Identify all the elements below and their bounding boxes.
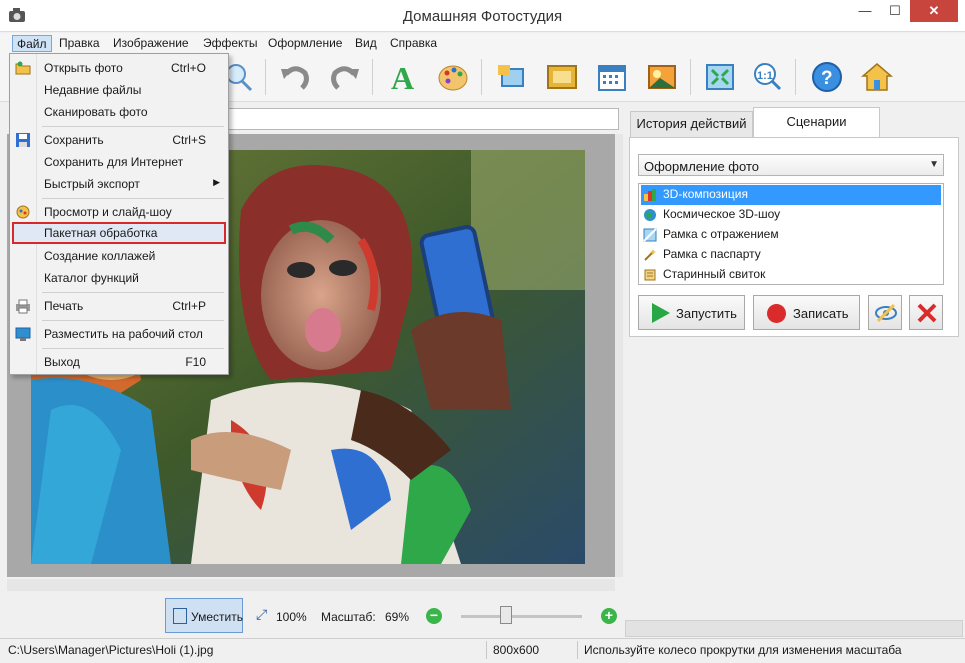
status-bar: C:\Users\Manager\Pictures\Holi (1).jpg 8… [0, 638, 965, 663]
menu-item-recent[interactable]: Недавние файлы [12, 79, 226, 101]
svg-text:?: ? [821, 68, 833, 89]
menu-effects[interactable]: Эффекты [199, 35, 262, 52]
redo-icon[interactable] [328, 60, 362, 94]
title-bar: Домашняя Фотостудия — ☐ ✕ [0, 0, 965, 32]
record-button[interactable]: Записать [753, 295, 860, 330]
zoom-out-icon[interactable]: − [426, 608, 442, 624]
minimize-button[interactable]: — [850, 0, 880, 22]
menu-image[interactable]: Изображение [109, 35, 193, 52]
zoom-slider[interactable] [461, 615, 582, 618]
file-menu: Открыть фото Ctrl+O Недавние файлы Скани… [9, 53, 229, 375]
category-value: Оформление фото [644, 159, 759, 174]
frame-icon[interactable] [495, 60, 529, 94]
svg-text:A: A [391, 60, 414, 94]
menu-item-desktop[interactable]: Разместить на рабочий стол [12, 323, 226, 345]
menu-item-catalog[interactable]: Каталог функций [12, 267, 226, 289]
maximize-button[interactable]: ☐ [880, 0, 910, 22]
scroll-icon [644, 269, 656, 281]
menu-edit[interactable]: Правка [55, 35, 104, 52]
chevron-down-icon: ▼ [929, 159, 939, 170]
slideshow-icon [16, 205, 30, 219]
menu-item-open[interactable]: Открыть фото Ctrl+O [12, 57, 226, 79]
menu-item-scan[interactable]: Сканировать фото [12, 101, 226, 123]
edit-scenario-button[interactable] [868, 295, 902, 330]
fit-window-icon[interactable] [703, 60, 737, 94]
list-item[interactable]: Космическое 3D-шоу [641, 205, 941, 225]
zoom-bar: Уместить ⤢ 100% Масштаб: 69% − + [0, 594, 625, 638]
menu-item-quick-export[interactable]: Быстрый экспорт ▶ [12, 173, 226, 195]
actual-size-small-icon[interactable]: ⤢ [256, 606, 267, 623]
help-icon[interactable]: ? [810, 60, 844, 94]
category-select[interactable]: Оформление фото ▼ [638, 154, 944, 176]
status-hint: Используйте колесо прокрутки для изменен… [584, 643, 902, 657]
eye-settings-icon [875, 303, 897, 323]
play-icon [652, 303, 670, 323]
record-button-label: Записать [793, 306, 849, 321]
menu-bar: Файл Правка Изображение Эффекты Оформлен… [0, 33, 965, 53]
floppy-icon [16, 133, 30, 147]
wand-icon [644, 249, 656, 261]
vertical-scrollbar[interactable] [615, 134, 623, 577]
run-button[interactable]: Запустить [638, 295, 745, 330]
fit-button[interactable]: Уместить [165, 598, 243, 633]
menu-item-collage[interactable]: Создание коллажей [12, 245, 226, 267]
menu-item-batch[interactable]: Пакетная обработка [12, 222, 226, 244]
menu-item-print[interactable]: Печать Ctrl+P [12, 295, 226, 317]
list-item[interactable]: Рамка с отражением [641, 225, 941, 245]
scenario-list: 3D-композиция Космическое 3D-шоу Рамка с… [638, 183, 944, 285]
delete-icon [917, 303, 937, 323]
reflection-icon [643, 228, 657, 242]
menu-item-slideshow[interactable]: Просмотр и слайд-шоу [12, 201, 226, 223]
menu-design[interactable]: Оформление [264, 35, 346, 52]
menu-item-save[interactable]: Сохранить Ctrl+S [12, 129, 226, 151]
tab-history[interactable]: История действий [630, 111, 753, 137]
calendar-icon[interactable] [595, 60, 629, 94]
status-path: C:\Users\Manager\Pictures\Holi (1).jpg [8, 643, 214, 657]
home-icon[interactable] [860, 60, 894, 94]
tab-scenarios[interactable]: Сценарии [753, 107, 880, 137]
zoom-in-icon[interactable]: + [601, 608, 617, 624]
menu-item-exit[interactable]: Выход F10 [12, 351, 226, 373]
zoom-slider-thumb[interactable] [500, 606, 512, 624]
list-item[interactable]: 3D-композиция [641, 185, 941, 205]
path-field[interactable] [228, 108, 619, 130]
panel-scrollbar[interactable] [625, 620, 963, 637]
folder-icon [15, 61, 31, 75]
menu-help[interactable]: Справка [386, 35, 441, 52]
desktop-icon [15, 327, 31, 341]
postcard-icon[interactable] [645, 60, 679, 94]
horizontal-scrollbar[interactable] [7, 579, 615, 591]
menu-item-save-web[interactable]: Сохранить для Интернет [12, 151, 226, 173]
status-dimensions: 800x600 [493, 643, 540, 657]
scale-label: Масштаб: [321, 610, 376, 624]
run-button-label: Запустить [676, 306, 737, 321]
scenarios-panel: Оформление фото ▼ 3D-композиция Космичес… [629, 137, 959, 337]
list-item[interactable]: Старинный свиток [641, 265, 941, 285]
submenu-arrow-icon: ▶ [213, 177, 220, 187]
record-icon [767, 304, 786, 323]
printer-icon [16, 299, 30, 314]
close-button[interactable]: ✕ [910, 0, 958, 22]
right-panel: История действий Сценарии Оформление фот… [625, 102, 963, 622]
menu-file[interactable]: Файл [12, 35, 52, 52]
text-icon[interactable]: A [387, 60, 421, 96]
fit-button-label: Уместить [191, 610, 243, 624]
delete-scenario-button[interactable] [909, 295, 943, 330]
undo-icon[interactable] [278, 60, 312, 94]
globe-icon [644, 209, 656, 221]
window-title: Домашняя Фотостудия [402, 8, 563, 25]
actual-size-icon[interactable]: 1:1 [751, 60, 785, 94]
picture-frame-icon[interactable] [545, 60, 579, 94]
actual-size-button[interactable]: 100% [276, 610, 307, 624]
list-item[interactable]: Рамка с паспарту [641, 245, 941, 265]
svg-text:1:1: 1:1 [757, 70, 773, 82]
fit-icon [173, 608, 187, 624]
scale-value: 69% [385, 610, 410, 624]
palette-icon[interactable] [436, 60, 470, 94]
menu-view[interactable]: Вид [351, 35, 381, 52]
3d-icon [644, 189, 656, 201]
